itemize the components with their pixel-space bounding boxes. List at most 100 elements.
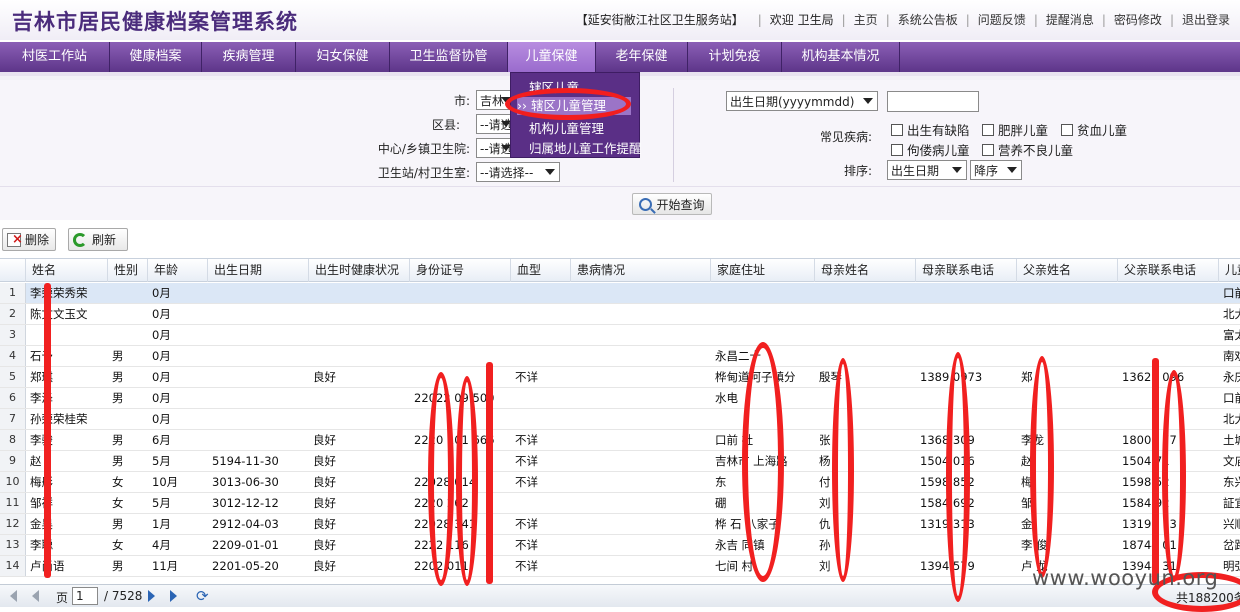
station-select[interactable]: --请选择-- [476,162,560,182]
table-row[interactable]: 8 李骏 男 6月 良好 2220 101 666 不详 口前 社 张 1368 309 李龙 180… [0,430,1240,451]
cell-age: 11月 [152,559,179,573]
cell-illness [571,388,711,408]
submenu-institution-children[interactable]: 机构儿童管理 [529,118,604,137]
row-number: 9 [0,451,26,471]
col-child[interactable]: 儿童 [1219,259,1240,282]
checkbox-box[interactable] [982,123,994,136]
district-label: 区县: [431,118,460,132]
col-id-number[interactable]: 身份证号 [410,259,511,282]
col-mother-phone[interactable]: 母亲联系电话 [916,259,1017,282]
cell-age: 4月 [152,538,171,552]
checkbox-malnutrition[interactable]: 营养不良儿童 [982,140,1073,159]
cell-health [309,304,410,324]
table-row[interactable]: 13 李聪 女 4月 2209-01-01 良好 2222 116 不详 永吉 同镇 孙 李 俊 18… [0,535,1240,556]
nav-women-health[interactable]: 妇女保健 [296,42,390,72]
cell-health: 良好 [313,433,336,447]
col-birth-health[interactable]: 出生时健康状况 [309,259,410,282]
cell-mother: 付 [819,475,831,489]
col-father-name[interactable]: 父亲姓名 [1017,259,1118,282]
cell-id: 2220 101 666 [414,433,495,447]
sort-label: 排序: [843,164,872,178]
table-row[interactable]: 3 0月 富太 [0,325,1240,346]
next-page-icon[interactable] [148,590,155,602]
checkbox-box[interactable] [891,123,903,136]
table-row[interactable]: 12 金昊 男 1月 2912-04-03 良好 22028 341 不详 桦 石 八家子 仇 13… [0,514,1240,535]
refresh-button[interactable]: 刷新 [68,228,128,251]
cell-addr: 永吉 同镇 [715,538,765,552]
search-button[interactable]: 开始查询 [632,193,712,215]
cell-name: 邹祥 [30,496,53,510]
cell-name: 石予 [30,349,53,363]
submenu-reminder[interactable]: 归属地儿童工作提醒 [529,138,642,157]
checkbox-box[interactable] [1061,123,1073,136]
checkbox-obese[interactable]: 肥胖儿童 [982,120,1048,139]
feedback-link[interactable]: 问题反馈 [978,11,1026,28]
table-row[interactable]: 7 孙荣荣桂荣 0月 北大 [0,409,1240,430]
nav-village-doctor[interactable]: 村医工作站 [0,42,110,72]
table-row[interactable]: 2 陈文文玉文 0月 北大 [0,304,1240,325]
table-row[interactable]: 5 郑琪 男 0月 良好 不详 桦甸道河子镇分 殷琴 1389 0973 郑 13620 096 永庆 [0,367,1240,388]
sort-order-select[interactable]: 降序 [970,160,1022,180]
col-mother-name[interactable]: 母亲姓名 [815,259,916,282]
submenu-area-children-mgmt[interactable]: ›› 辖区儿童管理 [517,97,631,115]
nav-disease-mgmt[interactable]: 疾病管理 [202,42,296,72]
checkbox-box[interactable] [891,143,903,156]
notice-board-link[interactable]: 系统公告板 [898,11,958,28]
first-page-icon[interactable] [10,590,17,602]
checkbox-anemia[interactable]: 贫血儿童 [1061,120,1127,139]
col-illness[interactable]: 患病情况 [571,259,711,282]
reminder-link[interactable]: 提醒消息 [1046,11,1094,28]
col-sex[interactable]: 性别 [108,259,148,282]
change-password-link[interactable]: 密码修改 [1114,11,1162,28]
checkbox-box[interactable] [982,143,994,156]
checkbox-birth-defect[interactable]: 出生有缺陷 [891,120,970,139]
divider: | [1169,12,1174,27]
prev-page-icon[interactable] [32,590,39,602]
home-link[interactable]: 主页 [854,11,878,28]
last-page-icon[interactable] [170,590,177,602]
table-row[interactable]: 4 石予 男 0月 永昌二十 南劝 [0,346,1240,367]
checkbox-rickets[interactable]: 佝偻病儿童 [891,140,970,159]
date-input[interactable] [887,91,979,112]
sort-field-select[interactable]: 出生日期 [887,160,967,180]
cell-id: 2202 011 [414,559,469,573]
nav-health-supervision[interactable]: 卫生监督协管 [390,42,508,72]
table-row[interactable]: 1 李荣荣秀荣 0月 口前 [0,283,1240,304]
table-row[interactable]: 10 梅彤 女 10月 3013-06-30 良好 22028 014 不详 东 付 1598 85… [0,472,1240,493]
cell-name: 孙荣荣桂荣 [30,412,88,426]
col-blood-type[interactable]: 血型 [511,259,571,282]
nav-health-records[interactable]: 健康档案 [110,42,202,72]
delete-button[interactable]: 删除 [2,228,56,251]
page-label: 页 [56,591,69,605]
nav-elderly-health[interactable]: 老年保健 [596,42,688,72]
cell-addr: 硼 [715,496,727,510]
submenu-area-children[interactable]: 辖区儿童 [529,77,579,96]
row-number: 12 [0,514,26,534]
col-dob[interactable]: 出生日期 [208,259,309,282]
cell-illness [571,556,711,576]
nav-institution-info[interactable]: 机构基本情况 [782,42,900,72]
page-input[interactable]: 1 [72,587,98,605]
search-button-label: 开始查询 [656,197,705,212]
cell-mother: 刘 [819,496,831,510]
col-father-phone[interactable]: 父亲联系电话 [1118,259,1219,282]
nav-child-health[interactable]: 儿童保健 [508,42,596,72]
total-pages: / 7528 [104,589,143,603]
col-name[interactable]: 姓名 [26,259,108,282]
cell-id [410,346,511,366]
table-row[interactable]: 11 邹祥 女 5月 3012-12-12 良好 2220 262 硼 刘 1584 692 邹 15… [0,493,1240,514]
col-age[interactable]: 年龄 [148,259,208,282]
date-field-select[interactable]: 出生日期(yyyymmdd) [726,91,878,111]
welcome-text: 欢迎 [769,13,794,27]
nav-immunization[interactable]: 计划免疫 [688,42,782,72]
col-address[interactable]: 家庭住址 [711,259,815,282]
cell-blood: 不详 [515,538,538,552]
cell-name: 郑琪 [30,370,53,384]
reload-icon[interactable]: ⟳ [196,587,209,605]
cell-sex: 男 [112,391,124,405]
table-row[interactable]: 6 李泽 男 0月 22022 09 500 水电 口前 [0,388,1240,409]
cell-mphone [916,388,1017,408]
filter-divider [673,88,674,182]
logout-link[interactable]: 退出登录 [1182,11,1230,28]
table-row[interactable]: 9 赵男 5月 5194-11-30 良好 不详 吉林市 上海路杨 1504 016 赵 1504… [0,451,1240,472]
